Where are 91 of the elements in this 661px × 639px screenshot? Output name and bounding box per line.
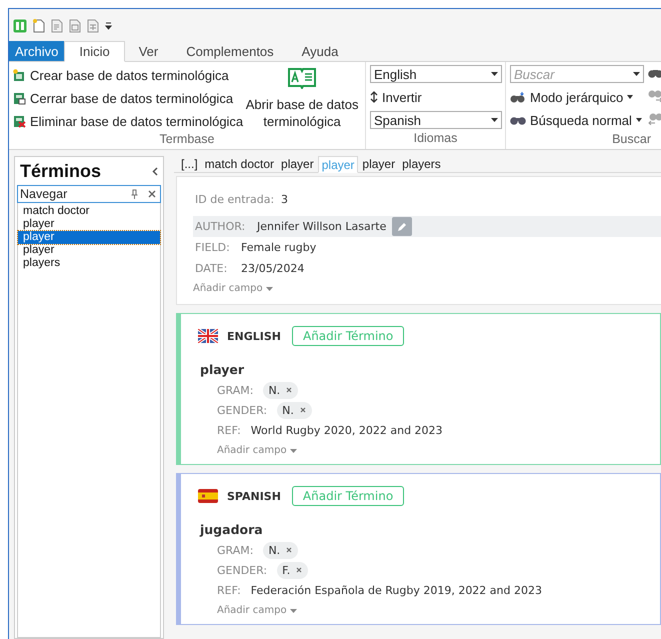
menu-tab[interactable]: Complementos (172, 41, 288, 61)
binoculars-forward-icon[interactable] (648, 89, 661, 102)
collapse-icon[interactable] (152, 166, 158, 176)
pencil-icon (396, 220, 408, 232)
group-caption: Termbase (158, 131, 216, 148)
field-value: Female rugby (241, 241, 316, 254)
menu-tab[interactable]: Ver (124, 41, 172, 61)
group-caption: Buscar (611, 131, 652, 148)
value-chip: N. (263, 382, 298, 398)
entry-tab[interactable]: players (399, 156, 444, 172)
value-chip: N. (263, 542, 298, 558)
app-logo-icon[interactable] (13, 18, 27, 32)
create-database-icon (13, 68, 26, 82)
entry-tab[interactable]: player (278, 156, 317, 172)
menu-tab[interactable]: Ayuda (288, 41, 352, 61)
field-label: ID de entrada: (194, 193, 276, 206)
menu-tab[interactable]: Archivo (9, 41, 64, 61)
field-label: FIELD: (194, 241, 231, 254)
field-value: 3 (281, 193, 288, 206)
document-grid-icon[interactable] (69, 18, 81, 32)
field-value: World Rugby 2020, 2022 and 2023 (250, 424, 443, 436)
pin-icon[interactable] (131, 189, 138, 199)
add-field-button[interactable]: Añadir campo (217, 445, 660, 456)
open-termbase-button[interactable]: Abrir base de datos terminológica (243, 65, 361, 130)
open-book-icon (288, 67, 316, 89)
value-chip: N. (277, 402, 312, 418)
term-list-item[interactable]: player (18, 244, 160, 257)
source-language-dropdown[interactable]: English (370, 65, 502, 83)
ribbon-command[interactable]: Cerrar base de datos terminológica (13, 89, 244, 107)
field-value: Federación Española de Rugby 2019, 2022 and 2023 (250, 584, 542, 596)
caret-icon (491, 118, 498, 122)
caret-icon (627, 95, 634, 99)
remove-icon[interactable] (286, 547, 292, 553)
binoculars-back-icon[interactable] (648, 112, 661, 125)
field-label: GENDER: (217, 404, 268, 416)
swap-arrows-icon (370, 91, 378, 103)
remove-icon[interactable] (300, 407, 306, 413)
field-label: DATE: (194, 262, 228, 275)
field-label: GENDER: (217, 564, 268, 576)
group-caption: Idiomas (412, 130, 458, 147)
term-text: jugadora (200, 522, 264, 537)
caret-icon (290, 448, 297, 452)
term-list-item[interactable]: player (18, 218, 160, 231)
entry-tab[interactable]: [...] (178, 156, 201, 172)
close-icon[interactable] (148, 190, 156, 198)
close-database-icon (13, 92, 26, 104)
term-list-item[interactable]: match doctor (18, 205, 160, 218)
flag-icon (198, 489, 218, 503)
language-name: ENGLISH (227, 330, 281, 342)
caret-icon (636, 118, 642, 122)
new-document-icon[interactable] (33, 18, 45, 32)
field-label: AUTHOR: (194, 220, 246, 233)
dropdown-icon[interactable] (105, 22, 112, 30)
remove-icon[interactable] (296, 567, 302, 573)
invert-button[interactable]: Invertir (370, 88, 501, 106)
language-name: SPANISH (227, 490, 281, 502)
term-text: player (200, 362, 246, 377)
term-list-item[interactable]: players (18, 257, 160, 270)
menu-tab[interactable]: Inicio (64, 41, 125, 62)
ribbon-command[interactable]: Crear base de datos terminológica (13, 66, 244, 84)
value-chip: F. (277, 562, 308, 578)
caret-icon[interactable] (633, 72, 640, 76)
field-value: Jennifer Willson Lasarte (257, 220, 386, 233)
search-field[interactable]: Buscar (510, 65, 644, 83)
panel-title: Términos (20, 160, 102, 182)
add-field-button[interactable]: Añadir campo (193, 283, 273, 294)
edit-document-icon[interactable] (51, 18, 63, 32)
entry-tab[interactable]: player (359, 156, 398, 172)
target-language-dropdown[interactable]: Spanish (370, 111, 502, 129)
caret-icon (266, 286, 273, 290)
delete-database-icon (13, 114, 26, 128)
caret-icon (491, 72, 498, 76)
field-value: 23/05/2024 (241, 262, 304, 275)
remove-icon[interactable] (286, 387, 292, 393)
ribbon-command[interactable]: Eliminar base de datos terminológica (13, 112, 244, 130)
navigator-label: Navegar (20, 187, 68, 201)
caret-icon (290, 608, 297, 612)
field-label: GRAM: (217, 544, 254, 556)
field-label: REF: (217, 584, 241, 596)
entry-tab[interactable]: match doctor (202, 156, 278, 172)
term-list-item[interactable]: player (18, 231, 160, 244)
binoculars-icon (510, 114, 526, 126)
field-label: GRAM: (217, 384, 254, 396)
binoculars-icon (510, 92, 526, 102)
binoculars-icon[interactable] (648, 68, 661, 79)
hierarchical-mode-button[interactable]: Modo jerárquico (510, 88, 644, 106)
document-table-icon[interactable] (87, 18, 99, 32)
flag-icon (198, 329, 218, 343)
search-type-button[interactable]: Búsqueda normal (510, 111, 644, 129)
add-field-button[interactable]: Añadir campo (217, 605, 660, 616)
field-label: REF: (217, 424, 241, 436)
